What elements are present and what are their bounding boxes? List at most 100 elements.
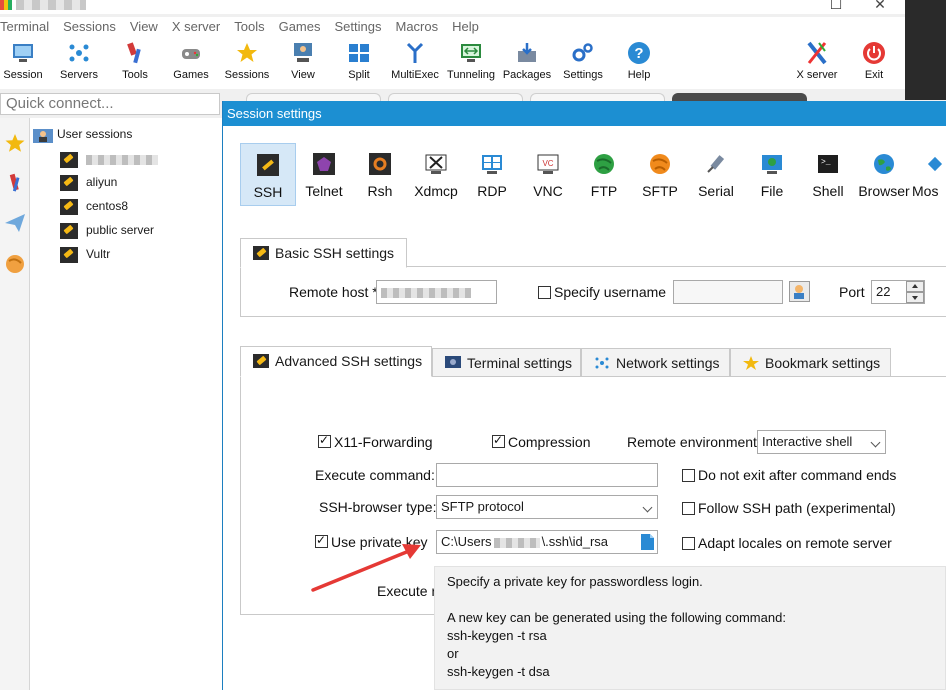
ssh-browser-type-label: SSH-browser type: — [319, 499, 437, 515]
ssh-browser-type-select[interactable]: SFTP protocol — [436, 495, 658, 519]
browse-file-icon[interactable] — [641, 534, 654, 550]
x11-forwarding-checkbox[interactable] — [318, 433, 331, 448]
quick-connect-input[interactable]: Quick connect... — [0, 93, 220, 115]
compression-label: Compression — [508, 434, 591, 450]
send-paper-plane-icon[interactable] — [3, 208, 27, 238]
protocol-ftp-button[interactable]: FTP — [576, 143, 632, 206]
tab-bookmark-settings[interactable]: Bookmark settings — [730, 348, 891, 377]
session-item-vultr[interactable]: Vultr — [60, 244, 110, 264]
remote-environment-select[interactable]: Interactive shell — [757, 430, 886, 454]
session-item-redacted[interactable] — [60, 149, 158, 169]
username-input[interactable] — [673, 280, 783, 304]
toolbar-multiexec-button[interactable]: MultiExec — [387, 37, 443, 81]
compression-checkbox[interactable] — [492, 433, 505, 448]
rdp-icon — [482, 155, 502, 174]
follow-ssh-path-checkbox[interactable] — [682, 502, 695, 515]
toolbar-view-button[interactable]: View — [275, 37, 331, 81]
menu-help[interactable]: Help — [445, 17, 486, 37]
redacted-username — [493, 537, 540, 548]
macros-globe-icon[interactable] — [3, 248, 27, 278]
menu-view[interactable]: View — [123, 17, 165, 37]
session-item-centos8[interactable]: centos8 — [60, 196, 128, 216]
user-sessions-tree: User sessions aliyun centos8 public serv… — [30, 118, 222, 690]
main-toolbar: Session Servers Tools Games Sessions Vie… — [0, 37, 905, 89]
toolbar-split-button[interactable]: Split — [331, 37, 387, 81]
serial-plug-icon — [707, 155, 725, 173]
tooltip-line: A new key can be generated using the fol… — [447, 610, 786, 625]
toolbar-session-button[interactable]: Session — [0, 37, 51, 81]
protocol-sftp-button[interactable]: SFTP — [632, 143, 688, 206]
protocol-ssh-button[interactable]: SSH — [240, 143, 296, 206]
toolbar-sessions-button[interactable]: Sessions — [219, 37, 275, 81]
spinner-up-icon[interactable] — [906, 281, 924, 292]
toolbar-tools-button[interactable]: Tools — [107, 37, 163, 81]
protocol-xdmcp-button[interactable]: Xdmcp — [408, 143, 464, 206]
menu-macros[interactable]: Macros — [388, 17, 445, 37]
menu-x-server[interactable]: X server — [165, 17, 227, 37]
favorites-star-icon[interactable] — [3, 128, 27, 158]
user-manager-icon[interactable] — [789, 281, 810, 302]
session-item-aliyun[interactable]: aliyun — [60, 172, 117, 192]
port-label: Port — [839, 284, 865, 300]
telnet-icon — [313, 153, 335, 175]
private-key-path-input[interactable]: C:\Users \.ssh\id_rsa — [436, 530, 658, 554]
follow-ssh-path-label: Follow SSH path (experimental) — [698, 500, 896, 516]
games-icon — [182, 49, 200, 59]
toolbar-settings-button[interactable]: Settings — [555, 37, 611, 81]
tab-terminal-settings[interactable]: Terminal settings — [432, 348, 581, 377]
toolbar-games-button[interactable]: Games — [163, 37, 219, 81]
red-annotation-arrow — [311, 544, 421, 592]
spinner-down-icon[interactable] — [906, 292, 924, 303]
terminal-settings-icon — [445, 356, 461, 368]
toolbar-exit-button[interactable]: Exit — [846, 37, 902, 81]
ssh-key-icon — [60, 151, 78, 168]
session-item-public-server[interactable]: public server — [60, 220, 154, 240]
toolbar-xserver-button[interactable]: X server — [789, 37, 845, 81]
do-not-exit-checkbox[interactable] — [682, 469, 695, 482]
protocol-shell-button[interactable]: >_ Shell — [800, 143, 856, 206]
dialog-title: Session settings — [223, 101, 946, 126]
execute-command-input[interactable] — [436, 463, 658, 487]
specify-username-checkbox[interactable] — [538, 286, 551, 299]
sidebar-icon-strip — [0, 118, 30, 690]
menu-terminal[interactable]: Terminal — [0, 17, 56, 37]
protocol-serial-button[interactable]: Serial — [688, 143, 744, 206]
tools-sidebar-icon[interactable] — [3, 168, 27, 198]
file-monitor-icon — [762, 155, 782, 174]
toolbar-servers-button[interactable]: Servers — [51, 37, 107, 81]
tab-basic-ssh-settings[interactable]: Basic SSH settings — [240, 238, 407, 268]
tab-advanced-ssh-settings[interactable]: Advanced SSH settings — [240, 346, 432, 377]
protocol-vnc-button[interactable]: VC VNC — [520, 143, 576, 206]
menu-tools[interactable]: Tools — [227, 17, 271, 37]
close-icon[interactable]: ✕ — [870, 0, 890, 13]
menu-sessions[interactable]: Sessions — [56, 17, 123, 37]
toolbar-help-button[interactable]: ? Help — [611, 37, 667, 81]
port-spinner[interactable] — [906, 281, 924, 305]
tab-network-settings[interactable]: Network settings — [581, 348, 730, 377]
shell-terminal-icon: >_ — [818, 155, 838, 173]
rsh-icon — [369, 153, 391, 175]
maximize-icon[interactable]: ☐ — [826, 0, 846, 13]
protocol-mosh-button[interactable]: Mos — [912, 143, 946, 206]
protocol-rsh-button[interactable]: Rsh — [352, 143, 408, 206]
window-titlebar: ☐ ✕ — [0, 0, 905, 14]
tooltip-line: or — [447, 646, 459, 661]
svg-text:>_: >_ — [821, 158, 831, 167]
protocol-rdp-button[interactable]: RDP — [464, 143, 520, 206]
user-sessions-folder[interactable]: User sessions — [33, 124, 132, 144]
view-icon — [294, 43, 312, 62]
protocol-telnet-button[interactable]: Telnet — [296, 143, 352, 206]
ftp-globe-icon — [594, 154, 614, 174]
servers-icon — [69, 44, 89, 62]
multiexec-icon — [406, 42, 424, 63]
adapt-locales-checkbox[interactable] — [682, 537, 695, 550]
menu-games[interactable]: Games — [272, 17, 328, 37]
toolbar-tunneling-button[interactable]: Tunneling — [443, 37, 499, 81]
protocol-browser-button[interactable]: Browser — [856, 143, 912, 206]
protocol-file-button[interactable]: File — [744, 143, 800, 206]
remote-host-input[interactable] — [376, 280, 497, 304]
network-icon — [595, 357, 609, 369]
menu-settings[interactable]: Settings — [328, 17, 389, 37]
toolbar-packages-button[interactable]: Packages — [499, 37, 555, 81]
help-icon: ? — [628, 42, 650, 64]
